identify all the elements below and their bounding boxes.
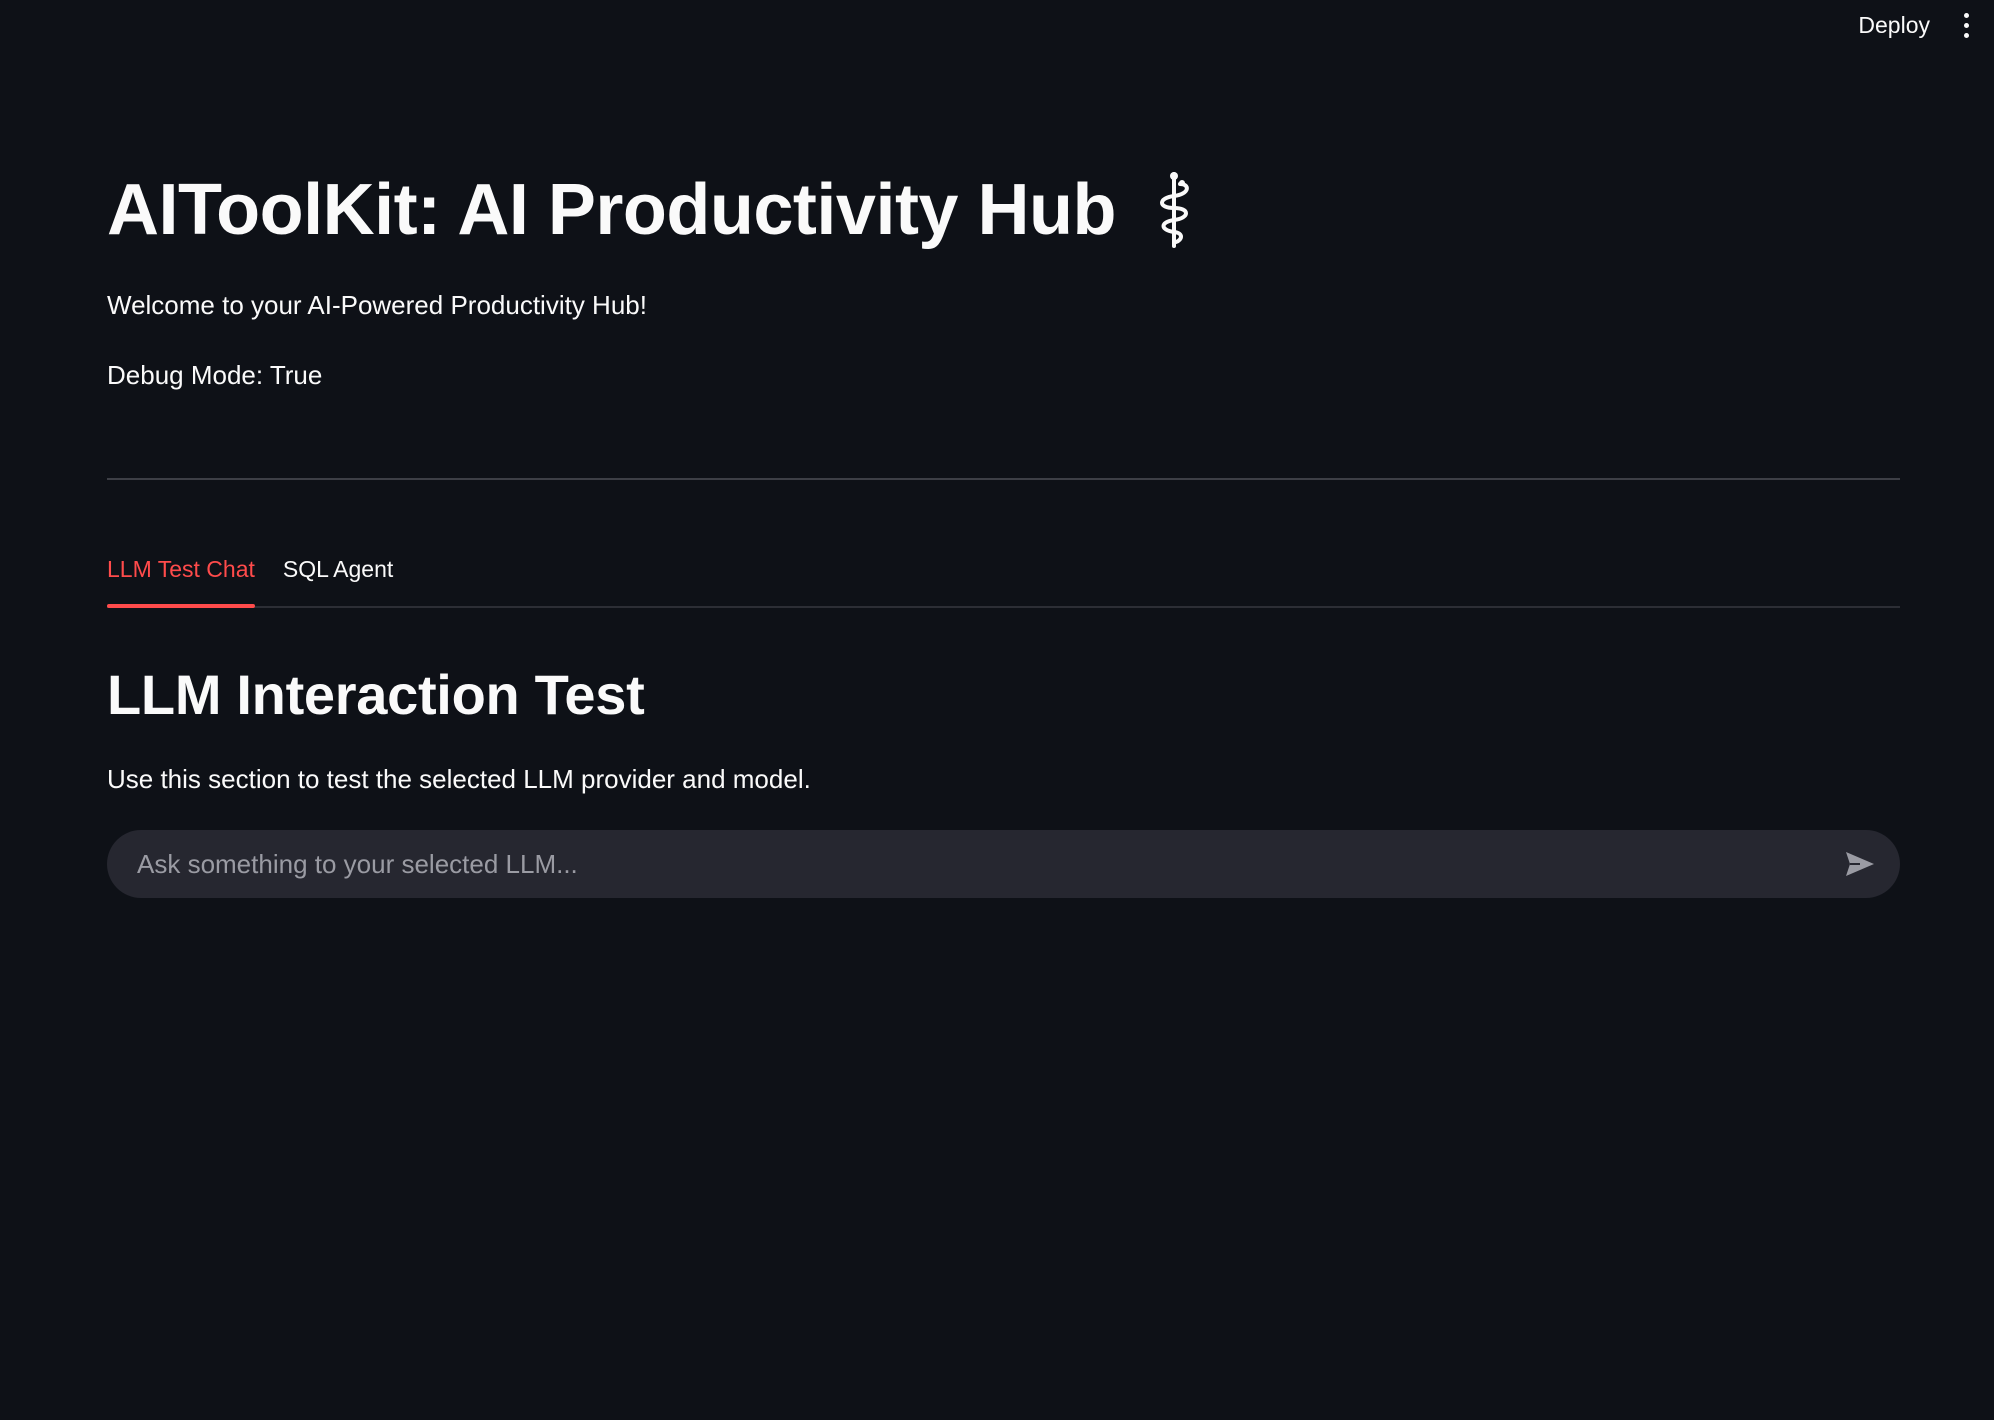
page-title: AIToolKit: AI Productivity Hub — [107, 170, 1198, 250]
debug-mode-text: Debug Mode: True — [107, 360, 323, 390]
deploy-button[interactable]: Deploy — [1858, 12, 1930, 39]
tab-sql-agent[interactable]: SQL Agent — [283, 540, 393, 606]
menu-dot — [1963, 32, 1969, 38]
tab-llm-test-chat[interactable]: LLM Test Chat — [107, 540, 255, 608]
app-root: Deploy AIToolKit: AI Productivity Hub We… — [0, 0, 1994, 1420]
page-title-text: AIToolKit: AI Productivity Hub — [107, 170, 1116, 250]
menu-dot — [1963, 12, 1969, 18]
tab-bar: LLM Test Chat SQL Agent — [107, 540, 1900, 608]
menu-dot — [1963, 22, 1969, 28]
chat-input-container — [107, 830, 1900, 898]
divider — [107, 478, 1900, 480]
welcome-text: Welcome to your AI-Powered Productivity … — [107, 290, 647, 320]
staff-of-aesculapius-icon — [1150, 170, 1198, 250]
chat-input[interactable] — [135, 833, 1840, 895]
top-toolbar: Deploy — [1858, 0, 1994, 50]
kebab-menu-icon[interactable] — [1956, 10, 1976, 40]
section-title: LLM Interaction Test — [107, 663, 645, 726]
send-icon[interactable] — [1840, 844, 1880, 884]
section-description: Use this section to test the selected LL… — [107, 764, 811, 794]
